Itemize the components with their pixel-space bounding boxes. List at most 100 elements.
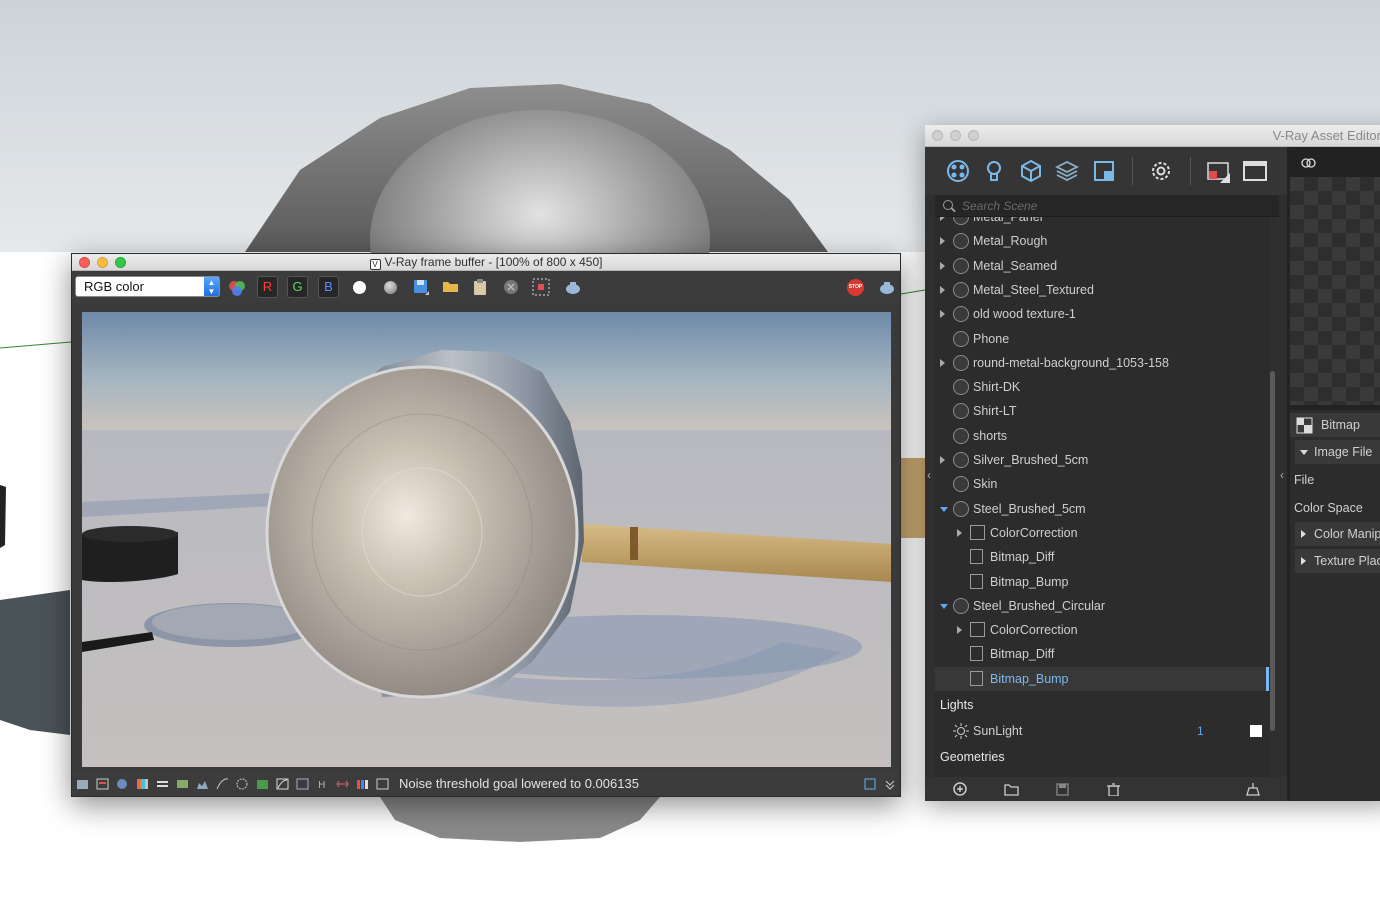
green-channel-button[interactable]: G: [287, 276, 308, 298]
channel-select[interactable]: RGB color ▲ ▼: [75, 276, 220, 297]
clipboard-icon[interactable]: [472, 277, 488, 297]
light-enabled-checkbox[interactable]: [1250, 725, 1262, 737]
lut-icon[interactable]: [296, 778, 309, 790]
gear-icon[interactable]: [1149, 159, 1173, 183]
chevron-right-icon[interactable]: [957, 626, 962, 635]
levels-icon[interactable]: [156, 778, 169, 790]
frame-buffer-icon[interactable]: [1243, 159, 1267, 183]
chevron-right-icon[interactable]: [957, 528, 962, 537]
render-teapot-icon[interactable]: [562, 278, 584, 296]
lens-effects-icon[interactable]: [236, 778, 249, 790]
material-item[interactable]: Silver_Brushed_5cm: [935, 448, 1269, 472]
histogram-icon[interactable]: [196, 778, 209, 790]
material-item[interactable]: Steel_Brushed_Circular: [935, 594, 1269, 618]
background-icon[interactable]: [256, 778, 269, 790]
item-label: ColorCorrection: [990, 623, 1078, 638]
channels-icon[interactable]: [356, 778, 369, 790]
curves-icon[interactable]: [216, 778, 229, 790]
interactive-render-icon[interactable]: [1206, 159, 1230, 183]
lights-icon[interactable]: [982, 159, 1006, 183]
color-manip-section[interactable]: Color Manip: [1295, 522, 1380, 546]
history-icon[interactable]: [76, 778, 89, 790]
image-file-section[interactable]: Image File: [1295, 440, 1380, 464]
scrollbar[interactable]: [1270, 371, 1275, 731]
stop-render-button[interactable]: STOP: [847, 279, 864, 296]
close-icon[interactable]: [932, 130, 943, 141]
preview-settings-icon[interactable]: [1301, 156, 1317, 170]
chevron-right-icon[interactable]: [940, 261, 945, 270]
color-correction-icon: [970, 622, 985, 638]
chevron-right-icon[interactable]: [940, 456, 945, 464]
chevron-left-icon[interactable]: ‹: [1280, 468, 1284, 482]
save-image-icon[interactable]: [412, 278, 430, 296]
region-render-icon[interactable]: [531, 277, 551, 297]
white-point-icon[interactable]: [353, 281, 366, 294]
chevron-right-icon[interactable]: [940, 217, 945, 221]
chevron-right-icon[interactable]: [940, 285, 945, 294]
materials-icon[interactable]: [946, 159, 970, 183]
chevron-down-icon[interactable]: [940, 603, 948, 609]
layers-icon[interactable]: [96, 778, 109, 790]
texture-item[interactable]: Bitmap_Diff: [935, 642, 1269, 666]
hsl-icon[interactable]: [176, 778, 189, 790]
minimize-icon[interactable]: [950, 130, 961, 141]
material-sphere-icon: [953, 257, 969, 274]
chevron-right-icon[interactable]: [940, 310, 945, 319]
fit-window-icon[interactable]: [864, 778, 877, 790]
light-item[interactable]: SunLight 1: [935, 719, 1269, 743]
material-item[interactable]: Skin: [935, 472, 1269, 496]
save-icon[interactable]: [1055, 782, 1070, 796]
material-item[interactable]: old wood texture-1: [935, 302, 1269, 326]
material-item[interactable]: Steel_Brushed_5cm: [935, 497, 1269, 521]
blue-channel-button[interactable]: B: [318, 276, 339, 298]
chevron-down-icon[interactable]: [940, 506, 948, 512]
material-item[interactable]: Metal_Rough: [935, 229, 1269, 253]
info-icon[interactable]: [116, 778, 129, 790]
material-item[interactable]: Shirt-DK: [935, 375, 1269, 399]
material-item[interactable]: Phone: [935, 327, 1269, 351]
texture-item[interactable]: ColorCorrection: [935, 618, 1269, 642]
texture-item[interactable]: Bitmap_Bump: [935, 570, 1269, 594]
open-folder-icon[interactable]: [442, 278, 460, 296]
texture-place-section[interactable]: Texture Plac: [1295, 549, 1380, 573]
vfb-titlebar[interactable]: V V-Ray frame buffer - [100% of 800 x 450…: [72, 254, 900, 271]
grid-icon[interactable]: [376, 778, 389, 790]
material-item[interactable]: shorts: [935, 424, 1269, 448]
chevron-updown-icon: ▲ ▼: [204, 277, 219, 296]
chevron-right-icon[interactable]: [940, 358, 945, 367]
material-item[interactable]: Metal_Steel_Textured: [935, 278, 1269, 302]
chevron-down-icon[interactable]: [884, 778, 897, 790]
search-input[interactable]: Search Scene: [935, 195, 1279, 217]
render-elements-icon[interactable]: [1055, 159, 1079, 183]
color-channels-icon[interactable]: [228, 279, 246, 297]
compare-icon[interactable]: [336, 778, 349, 790]
texture-item[interactable]: Bitmap_Diff: [935, 545, 1269, 569]
material-item[interactable]: Metal_Seamed: [935, 254, 1269, 278]
render-teapot-icon[interactable]: [876, 278, 898, 296]
add-asset-icon[interactable]: [953, 782, 968, 796]
render-output-image[interactable]: [82, 312, 891, 767]
open-folder-icon[interactable]: [1004, 782, 1019, 796]
ae-titlebar[interactable]: V-Ray Asset Editor: [925, 125, 1380, 147]
asset-list[interactable]: Metal_Panel Metal_Rough Metal_Seamed Metal_…: [935, 217, 1269, 777]
hue-icon[interactable]: H: [316, 778, 329, 790]
curve-editor-icon[interactable]: [276, 778, 289, 790]
color-correction-icon[interactable]: [136, 778, 149, 790]
mono-mode-icon[interactable]: [384, 281, 397, 294]
trash-icon[interactable]: [1106, 782, 1121, 796]
material-item[interactable]: Shirt-LT: [935, 399, 1269, 423]
texture-place-label: Texture Plac: [1314, 554, 1380, 568]
zoom-icon[interactable]: [968, 130, 979, 141]
material-item[interactable]: round-metal-background_1053-158: [935, 351, 1269, 375]
material-item[interactable]: Metal_Panel: [935, 217, 1269, 229]
geometry-icon[interactable]: [1019, 159, 1043, 183]
textures-icon[interactable]: [1092, 159, 1116, 183]
chevron-left-icon[interactable]: ‹: [927, 468, 931, 482]
texture-item[interactable]: ColorCorrection: [935, 521, 1269, 545]
purge-icon[interactable]: [1246, 782, 1261, 796]
texture-item[interactable]: Bitmap_Bump: [935, 666, 1269, 691]
red-channel-button[interactable]: R: [257, 276, 278, 298]
clear-image-icon[interactable]: [502, 278, 520, 296]
chevron-right-icon[interactable]: [940, 237, 945, 246]
vfb-status-bar: H Noise threshold goal lowered to 0.0061…: [72, 772, 900, 796]
